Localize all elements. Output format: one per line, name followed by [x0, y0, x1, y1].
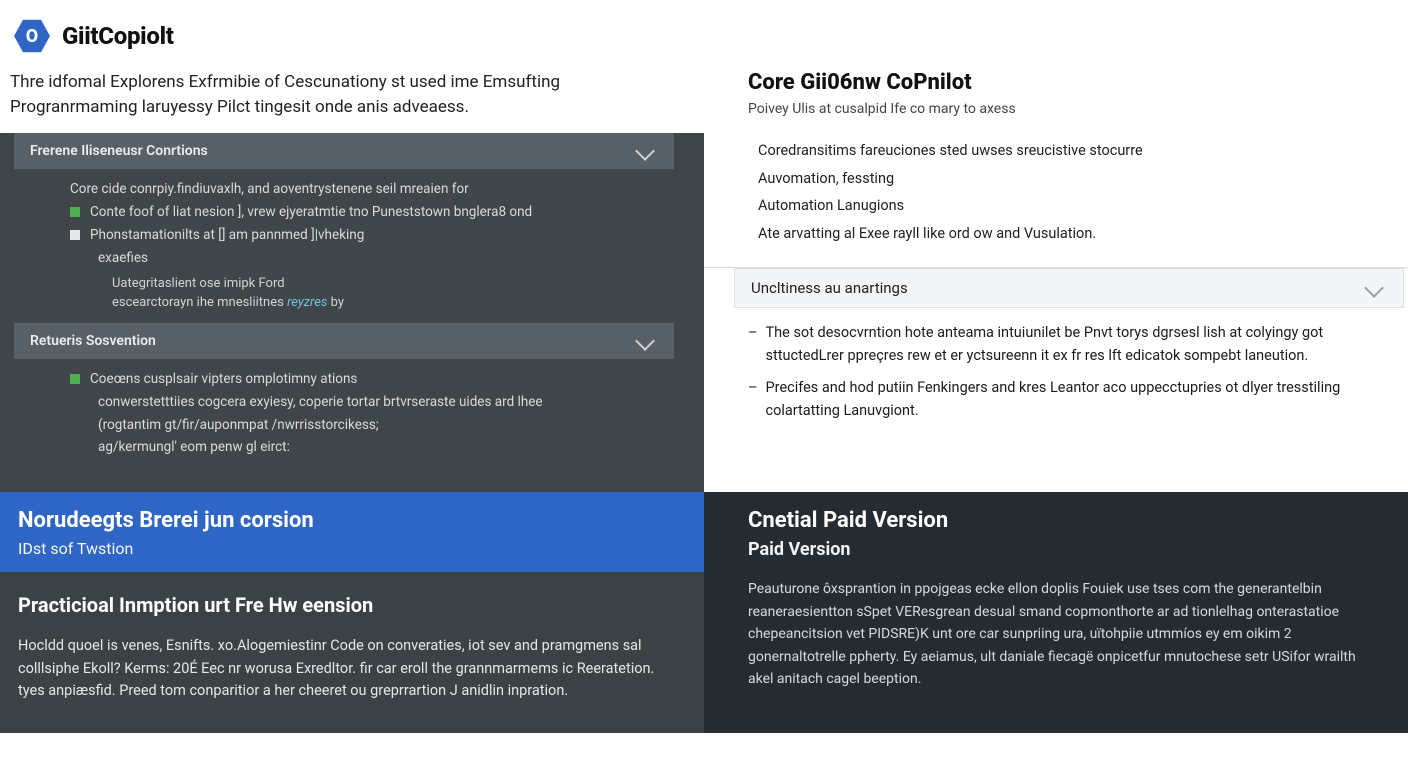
tree-line: Conte foof of liat nesion ], vrew ejyera…	[90, 202, 532, 223]
tree-section-title: Retueris Sosvention	[30, 333, 156, 349]
core-title: Core Gii06nw CoPnilot	[748, 70, 1388, 95]
free-version-body: Practicioal Inmption urt Fre Hw eension …	[0, 572, 704, 732]
tree-line: Core cide conrpiy.findiuvaxlh, and aoven…	[70, 179, 469, 200]
app-header: O GiitCopiolt	[0, 0, 1408, 64]
paid-version-title: Cnetial Paid Version	[748, 508, 1384, 533]
tree-body-2: Coeœns cusplsair vipters omplotimny atio…	[0, 359, 704, 469]
free-version-header: Norudeegts Brerei jun corsion IDst sof T…	[0, 492, 704, 572]
app-logo: O	[14, 18, 50, 54]
chevron-down-icon	[1364, 278, 1384, 298]
tree-inline-link[interactable]: reyzres	[287, 295, 327, 310]
bullet-green-icon	[70, 374, 80, 384]
free-version-subtitle: IDst sof Twstion	[18, 539, 686, 558]
chevron-down-icon	[635, 141, 655, 161]
logo-letter: O	[26, 26, 38, 47]
free-version-body-title: Practicioal Inmption urt Fre Hw eension	[18, 590, 682, 621]
tree-subline-text: Uategritaslient ose imipk Fordescearctor…	[112, 276, 344, 310]
paid-version-text: Peauturone ôxsprantion in ppojgeas ecke …	[748, 578, 1384, 690]
accordion-uncltiness[interactable]: Uncltiness au anartings	[734, 268, 1404, 308]
tree-line: Coeœns cusplsair vipters omplotimny atio…	[90, 369, 357, 390]
app-brand: GiitCopiolt	[62, 22, 174, 50]
accordion-body: –The sot desocvrntion hote anteama intui…	[704, 308, 1408, 450]
feature-item: Coredransitims fareuciones sted uwses sr…	[758, 137, 1388, 165]
dash-icon: –	[748, 322, 758, 367]
core-subtitle: Poivey Ulis at cusalpid Ife co mary to a…	[748, 101, 1388, 117]
accordion-item: Precifes and hod putiin Fenkingers and k…	[766, 377, 1388, 422]
accordion-item: The sot desocvrntion hote anteama intuiu…	[766, 322, 1388, 367]
tree-body-1: Core cide conrpiy.findiuvaxlh, and aoven…	[0, 169, 704, 320]
feature-item: Automation Lanugions	[758, 192, 1388, 220]
tree-line: conwerstetttiies cogcera exyiesy, coperi…	[98, 392, 543, 413]
tree-line: Phonstamationilts at [] am pannmed ]|vhe…	[90, 225, 364, 246]
dash-icon: –	[748, 377, 758, 422]
free-version-body-text: Hocldd quoel is venes, Esnifts. xo.Aloge…	[18, 635, 682, 702]
tree-section-title: Frerene Iliseneusr Conrtions	[30, 143, 208, 159]
chevron-down-icon	[635, 331, 655, 351]
feature-item: Auvomation, fessting	[758, 165, 1388, 193]
tree-line: ag/kermungl' eom penw gl eirct:	[98, 437, 290, 458]
intro-text: Thre idfomal Explorens Exfrmibie of Cesc…	[0, 64, 680, 133]
paid-version-panel: Cnetial Paid Version Paid Version Peautu…	[704, 492, 1408, 732]
accordion-title: Uncltiness au anartings	[751, 279, 908, 297]
tree-line: (rogtantim gt/fir/auponmpat /nwrrisstorc…	[98, 415, 379, 436]
tree-line: exaefies	[98, 248, 148, 269]
feature-list: Coredransitims fareuciones sted uwses sr…	[704, 127, 1408, 261]
paid-version-subtitle: Paid Version	[748, 539, 1384, 560]
tree-section-retueris[interactable]: Retueris Sosvention	[14, 323, 674, 359]
tree-panel: Frerene Iliseneusr Conrtions Core cide c…	[0, 133, 704, 492]
feature-item: Ate arvatting al Exee rayll like ord ow …	[758, 220, 1388, 248]
tree-section-frerene[interactable]: Frerene Iliseneusr Conrtions	[14, 133, 674, 169]
bullet-green-icon	[70, 207, 80, 217]
bullet-white-icon	[70, 230, 80, 240]
free-version-title: Norudeegts Brerei jun corsion	[18, 508, 686, 533]
